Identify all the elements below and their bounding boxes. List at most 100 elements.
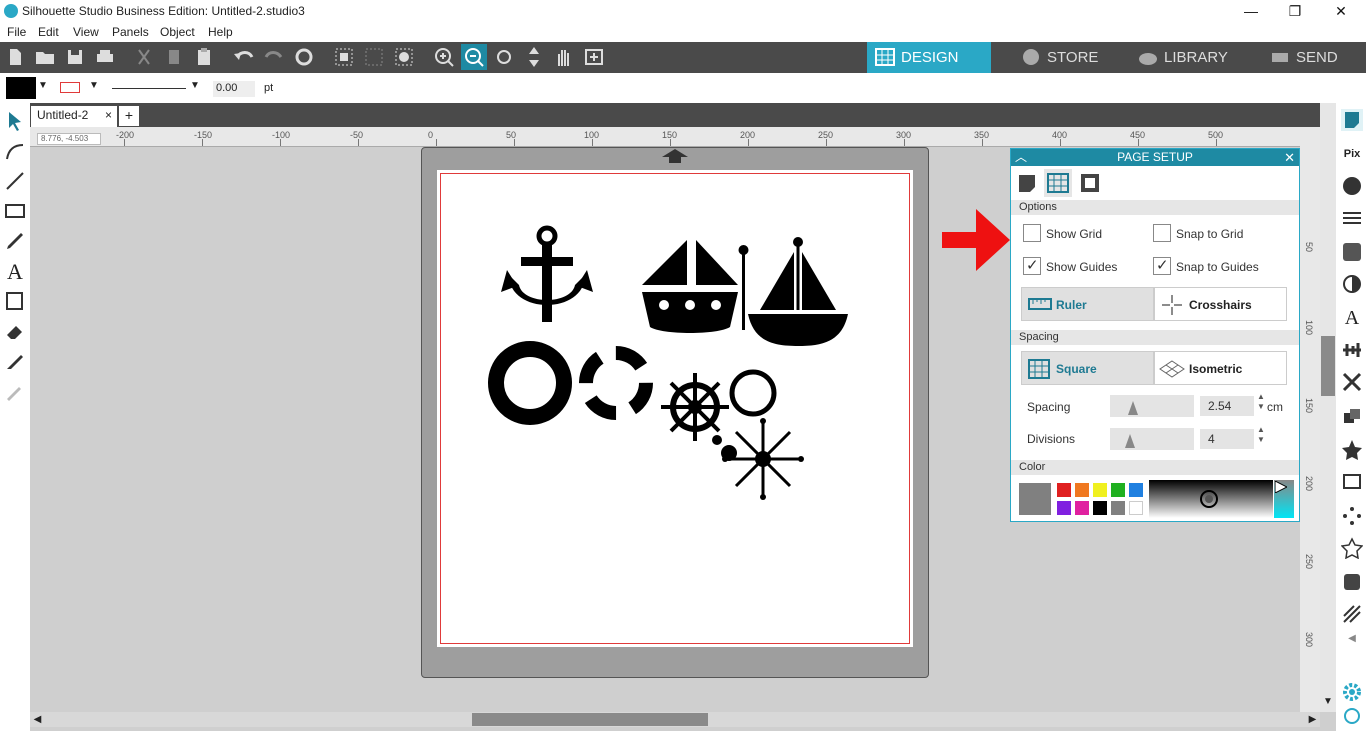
zoom-select-icon[interactable] [491, 44, 517, 70]
color-swatch[interactable] [1075, 501, 1089, 515]
square-grid-button[interactable]: Square [1021, 351, 1154, 385]
paste-icon[interactable] [191, 44, 217, 70]
minimize-button[interactable]: — [1228, 0, 1274, 22]
menu-panels[interactable]: Panels [112, 25, 149, 39]
sketch-icon[interactable] [1341, 241, 1363, 263]
hue-slider-arrow-icon[interactable] [1275, 481, 1287, 493]
library-icon[interactable] [1341, 571, 1363, 593]
ungroup-icon[interactable] [361, 44, 387, 70]
replicate-icon[interactable] [391, 44, 417, 70]
menu-edit[interactable]: Edit [38, 25, 59, 39]
redo-icon[interactable] [261, 44, 287, 70]
fill-dropdown-icon[interactable]: ▼ [38, 80, 48, 91]
draw-tool-icon[interactable] [3, 289, 27, 313]
sailboat-with-portholes-shape[interactable] [642, 240, 749, 333]
tab-library[interactable]: LIBRARY [1130, 42, 1250, 73]
trace-icon[interactable] [1341, 471, 1363, 493]
vertical-scrollbar[interactable]: ▼ [1320, 103, 1336, 712]
undo-icon[interactable] [231, 44, 257, 70]
dot-shape[interactable] [712, 435, 722, 445]
text-style-icon[interactable]: A [1341, 307, 1363, 329]
group-icon[interactable] [331, 44, 357, 70]
starburst-shape[interactable] [722, 418, 804, 500]
show-grid-checkbox[interactable] [1023, 224, 1041, 242]
replicate-panel-icon[interactable] [1341, 505, 1363, 527]
fit-to-page-icon[interactable] [581, 44, 607, 70]
zoom-in-icon[interactable] [431, 44, 457, 70]
close-window-button[interactable]: ✕ [1318, 0, 1364, 22]
pan-hand-icon[interactable] [551, 44, 577, 70]
collapse-panel-icon[interactable]: ︿ [1015, 149, 1027, 166]
crosshairs-option-button[interactable]: Crosshairs [1154, 287, 1287, 321]
anchor-shape[interactable] [501, 225, 593, 322]
tab-store[interactable]: STORE [1013, 42, 1125, 73]
fill-palette-icon[interactable] [1341, 175, 1363, 197]
knife-tool-icon[interactable] [3, 349, 27, 373]
divisions-stepper[interactable]: ▲ ▼ [1257, 425, 1265, 445]
color-gradient-picker[interactable] [1149, 480, 1273, 518]
line-style-preview[interactable] [112, 88, 186, 89]
color-swatch[interactable] [1129, 501, 1143, 515]
save-icon[interactable] [62, 44, 88, 70]
tab-send[interactable]: SEND [1262, 42, 1366, 73]
scroll-right-icon[interactable]: ▶ [1305, 712, 1320, 727]
hue-slider[interactable] [1274, 480, 1294, 518]
document-tab[interactable]: Untitled-2 × [31, 106, 117, 127]
color-swatch[interactable] [1111, 501, 1125, 515]
collapse-panels-icon[interactable]: ◀ [1341, 633, 1363, 655]
line-width-input[interactable]: 0.00 [213, 81, 255, 97]
star-outline-icon[interactable] [1340, 537, 1364, 560]
scroll-down-icon[interactable]: ▼ [1320, 696, 1336, 711]
line-style-icon[interactable] [1341, 207, 1363, 229]
print-icon[interactable] [92, 44, 118, 70]
panel-header[interactable]: ︿ PAGE SETUP ✕ [1011, 149, 1299, 166]
line-color-swatch[interactable] [60, 82, 80, 93]
text-tool-icon[interactable]: A [3, 259, 27, 284]
color-swatch[interactable] [1057, 483, 1071, 497]
horizontal-scroll-thumb[interactable] [472, 713, 708, 726]
settings-gear-icon[interactable] [1341, 681, 1363, 703]
pixscan-icon[interactable]: Pix [1341, 143, 1363, 165]
align-icon[interactable] [1341, 339, 1363, 361]
open-folder-icon[interactable] [32, 44, 58, 70]
grid-tab-icon[interactable] [1044, 169, 1072, 197]
ruler-option-button[interactable]: Ruler [1021, 287, 1154, 321]
drag-view-icon[interactable] [521, 44, 547, 70]
contrast-icon[interactable] [1341, 273, 1363, 295]
close-document-icon[interactable]: × [105, 108, 112, 122]
close-panel-icon[interactable]: ✕ [1284, 149, 1295, 166]
snap-to-guides-checkbox[interactable] [1153, 256, 1171, 275]
spacing-slider[interactable] [1110, 395, 1194, 417]
slider-thumb-icon[interactable] [1125, 434, 1135, 448]
offset-star-icon[interactable] [1341, 439, 1363, 461]
pencil-tool-icon[interactable] [3, 229, 27, 253]
line-tool-icon[interactable] [3, 169, 27, 193]
color-swatch[interactable] [1093, 501, 1107, 515]
divisions-input[interactable]: 4 [1200, 429, 1254, 449]
slider-thumb-icon[interactable] [1128, 401, 1138, 415]
zoom-out-icon[interactable] [461, 44, 487, 70]
copy-icon[interactable] [161, 44, 187, 70]
snap-to-grid-checkbox[interactable] [1153, 224, 1171, 242]
show-guides-checkbox[interactable] [1023, 256, 1041, 275]
vertical-scroll-thumb[interactable] [1321, 336, 1335, 396]
restore-button[interactable]: ❐ [1272, 0, 1318, 22]
hatch-icon[interactable] [1341, 603, 1363, 625]
color-swatch[interactable] [1111, 483, 1125, 497]
divisions-slider[interactable] [1110, 428, 1194, 450]
eyedropper-tool-icon[interactable] [3, 379, 27, 403]
selected-grid-color-swatch[interactable] [1019, 483, 1051, 515]
color-swatch[interactable] [1057, 501, 1071, 515]
ships-wheel-shape[interactable] [661, 373, 729, 441]
menu-view[interactable]: View [73, 25, 99, 39]
view-tab-icon[interactable] [1079, 171, 1101, 195]
cut-icon[interactable] [131, 44, 157, 70]
eraser-tool-icon[interactable] [3, 319, 27, 343]
spacing-stepper[interactable]: ▲ ▼ [1257, 392, 1265, 412]
sync-icon[interactable] [1341, 705, 1363, 727]
point-edit-tool-icon[interactable] [3, 139, 27, 163]
tab-design[interactable]: DESIGN [867, 42, 991, 73]
select-tool-icon[interactable] [3, 109, 27, 133]
menu-object[interactable]: Object [160, 25, 195, 39]
life-buoy-shape[interactable] [579, 346, 653, 420]
